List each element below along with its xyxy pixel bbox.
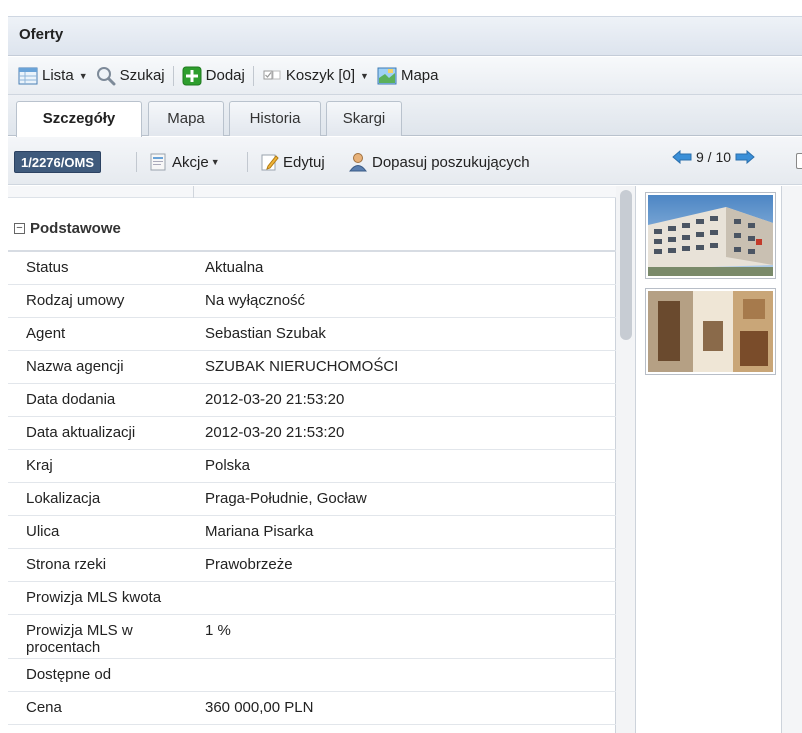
row-value: 1 %	[205, 622, 231, 639]
row-value: Mariana Pisarka	[205, 523, 314, 540]
column-header	[8, 186, 616, 198]
details-panel: − Podstawowe Status Aktualna Rodzaj umowy…	[8, 186, 616, 733]
table-row: Data dodania 2012-03-20 21:53:20	[8, 384, 616, 417]
dopasuj-button[interactable]: Dopasuj poszukujących	[348, 149, 530, 175]
row-key: Data dodania	[26, 391, 116, 408]
row-value: 2012-03-20 21:53:20	[205, 424, 345, 441]
szukaj-label: Szukaj	[119, 67, 165, 84]
row-key: Kraj	[26, 457, 53, 474]
photo-thumbnail-interior[interactable]	[645, 288, 776, 375]
table-row: Ulica Mariana Pisarka	[8, 516, 616, 549]
row-key: Prowizja MLS w procentach	[26, 622, 133, 656]
table-row: Lokalizacja Praga-Południe, Gocław	[8, 483, 616, 516]
row-key: Cena	[26, 699, 62, 716]
table-row: Rodzaj umowy Na wyłączność	[8, 285, 616, 318]
table-row: Cena 360 000,00 PLN	[8, 692, 616, 725]
row-value: Praga-Południe, Gocław	[205, 490, 367, 507]
row-value: Aktualna	[205, 259, 264, 276]
tab-skargi[interactable]: Skargi	[326, 101, 402, 136]
pagination: 9 / 10	[672, 149, 755, 165]
lista-label: Lista	[42, 67, 74, 84]
edit-icon	[259, 152, 279, 172]
scroll-thumb[interactable]	[620, 190, 632, 340]
row-key: Agent	[26, 325, 66, 342]
row-value: Prawobrzeże	[205, 556, 293, 573]
chevron-down-icon: ▼	[360, 70, 369, 81]
row-value: Na wyłączność	[205, 292, 306, 309]
photo-thumbnail-building[interactable]	[645, 192, 776, 279]
dopasuj-label: Dopasuj poszukujących	[372, 153, 530, 171]
row-key: Data aktualizacji	[26, 424, 136, 441]
photo-gallery	[637, 186, 782, 733]
row-value: Sebastian Szubak	[205, 325, 326, 342]
document-icon	[148, 152, 168, 172]
toolbar-divider	[136, 152, 137, 172]
user-icon	[348, 152, 368, 172]
akcje-label: Akcje	[172, 153, 209, 171]
table-row: Data aktualizacji 2012-03-20 21:53:20	[8, 417, 616, 450]
row-key: Lokalizacja	[26, 490, 101, 507]
window-titlebar: Oferty	[8, 16, 802, 56]
offer-id-badge: 1/2276/OMS	[14, 151, 101, 173]
row-value: Polska	[205, 457, 251, 474]
lista-button[interactable]: Lista ▼	[14, 62, 92, 90]
table-icon	[18, 66, 38, 86]
row-value: 2012-03-20 21:53:20	[205, 391, 345, 408]
chevron-down-icon: ▼	[78, 70, 88, 81]
checkbox-list-icon	[262, 66, 282, 86]
checkbox[interactable]	[796, 153, 802, 169]
mapa-label: Mapa	[400, 67, 439, 84]
akcje-button[interactable]: Akcje ▼	[148, 149, 220, 175]
toolbar-divider	[172, 65, 174, 86]
main-toolbar: Lista ▼ Szukaj Dodaj Koszyk [0] ▼ Mapa	[8, 57, 802, 95]
row-key: Dostępne od	[26, 666, 112, 683]
row-key: Rodzaj umowy	[26, 292, 125, 309]
arrow-right-icon[interactable]	[735, 149, 755, 165]
row-key: Nazwa agencji	[26, 358, 124, 375]
map-icon	[377, 66, 397, 86]
edytuj-label: Edytuj	[283, 153, 325, 171]
scrollbar[interactable]	[616, 186, 636, 733]
row-value: 360 000,00 PLN	[205, 699, 314, 716]
action-bar: 1/2276/OMS Akcje ▼ Edytuj Dopasuj poszuk…	[8, 137, 802, 185]
table-row: Status Aktualna	[8, 252, 616, 285]
table-row: Prowizja MLS kwota	[8, 582, 616, 615]
table-row: Agent Sebastian Szubak	[8, 318, 616, 351]
search-icon	[96, 66, 116, 86]
table-row: Dostępne od	[8, 659, 616, 692]
koszyk-label: Koszyk [0]	[285, 67, 356, 84]
tab-szczegoly[interactable]: Szczegóły	[16, 101, 142, 137]
toolbar-divider	[252, 65, 254, 86]
dodaj-button[interactable]: Dodaj	[178, 62, 249, 90]
tab-bar: Szczegóły Mapa Historia Skargi	[8, 95, 802, 137]
arrow-left-icon[interactable]	[672, 149, 692, 165]
row-key: Ulica	[26, 523, 60, 540]
section-title: Podstawowe	[30, 220, 121, 237]
details-table: Status Aktualna Rodzaj umowy Na wyłączność…	[8, 252, 616, 725]
row-key: Strona rzeki	[26, 556, 107, 573]
collapse-icon[interactable]: −	[14, 223, 25, 234]
table-row: Strona rzeki Prawobrzeże	[8, 549, 616, 582]
toolbar-divider	[247, 152, 248, 172]
page-counter: 9 / 10	[696, 149, 732, 165]
edytuj-button[interactable]: Edytuj	[259, 149, 325, 175]
add-icon	[182, 66, 202, 86]
koszyk-button[interactable]: Koszyk [0] ▼	[258, 62, 373, 90]
table-row: Kraj Polska	[8, 450, 616, 483]
table-row: Prowizja MLS w procentach 1 %	[8, 615, 616, 659]
chevron-down-icon: ▼	[210, 157, 220, 167]
window-title: Oferty	[19, 26, 64, 43]
tab-historia[interactable]: Historia	[229, 101, 321, 136]
row-key: Prowizja MLS kwota	[26, 589, 162, 606]
tab-mapa[interactable]: Mapa	[148, 101, 224, 136]
dodaj-label: Dodaj	[205, 67, 245, 84]
table-row: Nazwa agencji SZUBAK NIERUCHOMOŚCI	[8, 351, 616, 384]
mapa-button[interactable]: Mapa	[373, 62, 443, 90]
szukaj-button[interactable]: Szukaj	[92, 62, 169, 90]
side-panel-edge	[782, 186, 802, 733]
section-header[interactable]: − Podstawowe	[8, 212, 616, 250]
row-key: Status	[26, 259, 69, 276]
row-value: SZUBAK NIERUCHOMOŚCI	[205, 358, 399, 375]
